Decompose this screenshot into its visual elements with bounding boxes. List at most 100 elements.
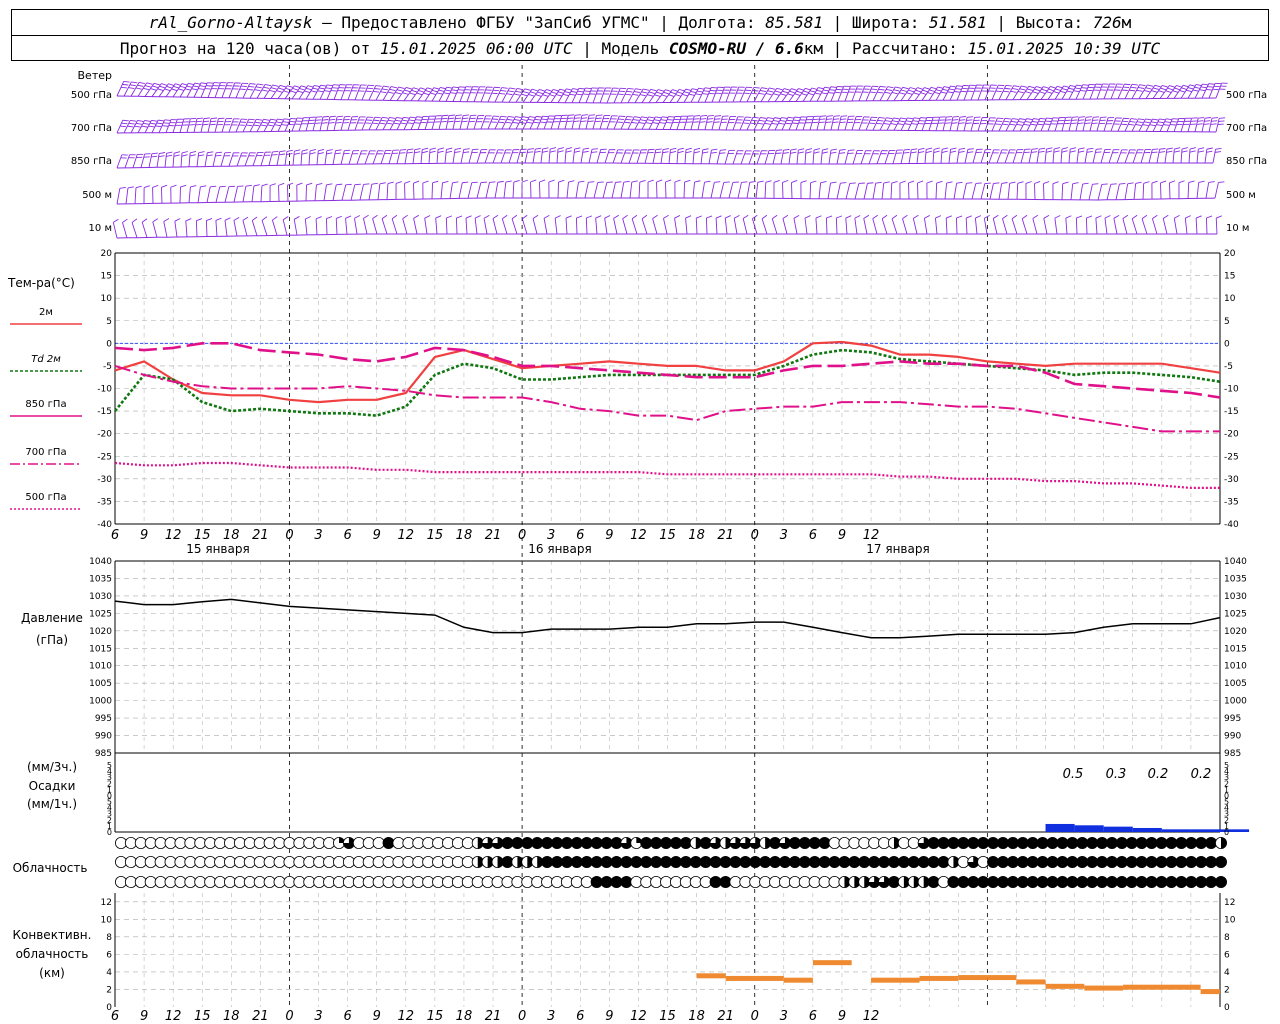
wind-barb-staff xyxy=(1196,182,1200,199)
wind-barb-flag xyxy=(509,87,516,90)
wind-barb-flag xyxy=(1078,147,1085,150)
wind-barb-flag xyxy=(414,151,421,154)
wind-barb xyxy=(112,218,119,239)
wind-barb-flag xyxy=(641,116,648,119)
wind-barb-flag xyxy=(631,180,638,183)
wind-barb-flag xyxy=(927,92,934,95)
wind-barb-flag xyxy=(1038,120,1045,123)
wind-barb-flag xyxy=(1160,87,1167,91)
wind-barb-flag xyxy=(316,183,323,186)
precip-daily-total: 0.2 xyxy=(1148,767,1169,782)
wind-barb xyxy=(404,180,411,200)
wind-barb-staff xyxy=(251,185,255,202)
wind-barb-flag xyxy=(558,179,565,183)
wind-barb xyxy=(700,148,709,164)
wind-barb-flag xyxy=(432,180,439,184)
bottom-x-tick: 21 xyxy=(485,1009,502,1024)
wind-barb-flag xyxy=(1174,147,1181,150)
wind-barb-flag xyxy=(1017,121,1025,123)
wind-barb xyxy=(522,88,539,103)
wind-barb-staff xyxy=(684,149,687,164)
wind-barb xyxy=(893,86,909,101)
wind-barb-flag xyxy=(204,88,211,90)
wind-barb-flag xyxy=(820,181,827,184)
temp-tick-left: -10 xyxy=(97,385,112,395)
wind-barb-flag xyxy=(1188,180,1195,183)
wind-barb-flag xyxy=(1038,150,1045,153)
wind-barb-flag xyxy=(530,179,537,183)
wind-barb-flag xyxy=(402,92,409,95)
wind-barb-flag xyxy=(569,93,576,96)
wind-barb-flag xyxy=(1172,90,1179,93)
wind-barb-flag xyxy=(581,114,588,116)
wind-barb-flag xyxy=(320,84,327,87)
wind-barb xyxy=(665,179,672,199)
precip-unit-1h: (мм/1ч.) xyxy=(27,797,77,811)
wind-barb xyxy=(396,86,413,101)
wind-barb-staff xyxy=(823,86,832,102)
wind-barb-flag xyxy=(1194,86,1201,89)
wind-barb-flag xyxy=(158,119,165,122)
wind-barb-flag xyxy=(840,118,847,120)
wind-barb-staff xyxy=(332,150,336,165)
wind-barb xyxy=(122,218,128,238)
wind-barb-staff xyxy=(704,87,712,103)
wind-barb-staff xyxy=(858,85,866,102)
bottom-x-tick: 12 xyxy=(863,1009,880,1024)
wind-barb-staff xyxy=(466,115,471,130)
wind-barb-flag xyxy=(1138,87,1145,89)
wind-barb xyxy=(263,84,279,99)
wind-barb xyxy=(881,181,890,200)
wind-barb-flag xyxy=(1167,87,1174,91)
wind-barb-staff xyxy=(252,152,258,166)
wind-barb-flag xyxy=(446,86,453,89)
wind-barb-staff xyxy=(1007,183,1011,200)
wind-barb-staff xyxy=(325,218,328,235)
wind-barb-flag xyxy=(650,88,657,92)
wind-barb-flag xyxy=(1208,181,1215,183)
wind-barb-flag xyxy=(315,216,322,220)
wind-barb-flag xyxy=(674,179,681,183)
wind-barb-flag xyxy=(483,214,490,219)
bottom-x-tick: 18 xyxy=(223,1009,240,1024)
wind-barb xyxy=(1032,214,1039,235)
wind-barb-flag xyxy=(941,150,948,153)
wind-barb-flag xyxy=(131,218,138,223)
wind-barb xyxy=(170,184,177,204)
wind-barb xyxy=(881,214,888,235)
wind-barb-staff xyxy=(879,86,888,101)
wind-barb-staff xyxy=(532,218,538,235)
wind-barb xyxy=(940,147,949,164)
wind-barb-staff xyxy=(836,150,841,165)
wind-barb-flag xyxy=(1010,90,1017,93)
temp-tick-right: 5 xyxy=(1224,317,1230,327)
wind-barb-staff xyxy=(917,182,919,200)
wind-barb-staff xyxy=(492,218,498,235)
wind-barb-flag xyxy=(665,179,672,183)
wind-barb-staff xyxy=(1104,218,1108,235)
wind-barb xyxy=(308,148,316,165)
wind-barb xyxy=(316,148,325,165)
wind-barb-flag xyxy=(1050,86,1057,89)
wind-barb-flag xyxy=(443,92,450,95)
wind-barb xyxy=(325,216,333,235)
wind-barb xyxy=(1187,117,1198,132)
pres-tick-right: 990 xyxy=(1224,732,1241,742)
wind-barb xyxy=(244,152,256,167)
wind-barb-staff xyxy=(1089,83,1097,100)
wind-barb-flag xyxy=(1077,122,1084,125)
wind-barb xyxy=(764,180,772,199)
wind-barb-flag xyxy=(793,214,800,219)
day-label: 15 января xyxy=(186,542,249,556)
wind-barb-flag xyxy=(122,83,129,86)
wind-barb xyxy=(1043,181,1050,200)
wind-barb-flag xyxy=(438,89,445,92)
wind-barb-staff xyxy=(196,152,200,167)
wind-barb xyxy=(685,215,692,235)
wind-barb-staff xyxy=(742,218,748,235)
wind-barb-flag xyxy=(935,89,942,92)
wind-barb-flag xyxy=(1163,124,1170,126)
temp-tick-left: -30 xyxy=(97,475,112,485)
wind-barb-flag xyxy=(958,122,965,124)
wind-barb-flag xyxy=(451,89,458,92)
